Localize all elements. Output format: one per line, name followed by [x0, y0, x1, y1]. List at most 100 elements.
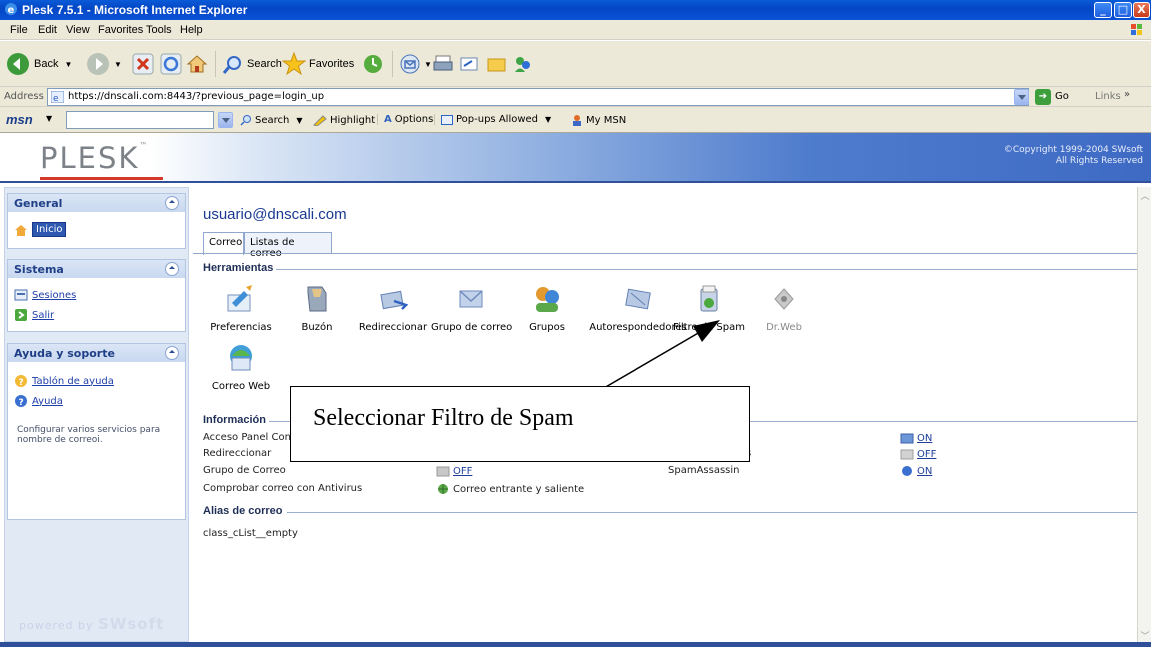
- scroll-up-icon[interactable]: ︿: [1140, 189, 1150, 202]
- tool-correo-web[interactable]: Correo Web: [201, 342, 281, 392]
- status-grupo-de-correo[interactable]: OFF: [436, 465, 472, 477]
- home-button[interactable]: [186, 51, 208, 77]
- alias-value: class_cList__empty: [203, 528, 298, 539]
- minimize-button[interactable]: _: [1094, 2, 1112, 18]
- folder-icon: [487, 58, 506, 72]
- address-label: Address: [4, 91, 44, 102]
- sessions-icon: [14, 289, 28, 301]
- go-arrow-icon[interactable]: ➔: [1035, 89, 1051, 105]
- spamassassin-on-icon: [902, 466, 912, 476]
- sidebar-item-inicio[interactable]: Inicio: [14, 222, 67, 237]
- tool-buzon[interactable]: Buzón: [277, 283, 357, 333]
- vertical-scrollbar[interactable]: ︿ ﹀: [1137, 187, 1151, 647]
- msn-search-button[interactable]: Search ▼: [240, 114, 303, 126]
- back-button[interactable]: Back ▼: [6, 51, 72, 77]
- toolbar: Back ▼ ▼ Search Favorites ▼: [0, 41, 1151, 87]
- favorites-button[interactable]: Favorites: [282, 51, 354, 77]
- highlight-button[interactable]: Highlight: [313, 114, 375, 126]
- links-chevron-icon[interactable]: »: [1124, 89, 1130, 100]
- status-value: ON: [917, 465, 933, 477]
- address-input[interactable]: e https://dnscali.com:8443/?previous_pag…: [47, 88, 1029, 106]
- maximize-button[interactable]: □: [1114, 2, 1132, 18]
- status-value: OFF: [917, 448, 937, 460]
- highlighter-icon: [313, 115, 327, 126]
- history-icon: [364, 55, 382, 73]
- go-button[interactable]: Go: [1055, 91, 1069, 102]
- stop-button[interactable]: [132, 51, 154, 77]
- tool-redireccionar[interactable]: Redireccionar: [353, 283, 433, 333]
- highlight-label: Highlight: [330, 114, 376, 126]
- menu-tools[interactable]: Tools: [146, 24, 172, 36]
- info-redireccionar: Redireccionar: [203, 448, 272, 459]
- info-antivirus: Comprobar correo con Antivirus: [203, 483, 363, 494]
- sidebar-item-tablon[interactable]: ? Tablón de ayuda: [14, 374, 114, 388]
- chevron-down-icon[interactable]: ▼: [46, 114, 52, 123]
- messenger-button[interactable]: [512, 51, 534, 77]
- copyright: ©Copyright 1999-2004 SWsoft All Rights R…: [1004, 145, 1143, 167]
- sidebar-item-label: Sesiones: [32, 289, 77, 301]
- links-button[interactable]: Links: [1095, 91, 1121, 102]
- menu-view[interactable]: View: [66, 24, 90, 36]
- collapse-icon[interactable]: [165, 346, 179, 360]
- edit-icon: [460, 57, 478, 71]
- tool-grupo-de-correo[interactable]: Grupo de correo: [431, 283, 513, 333]
- status-on-2[interactable]: ON: [900, 465, 932, 477]
- section-divider: [276, 269, 1137, 270]
- plesk-tm: ™: [139, 141, 150, 150]
- preferences-icon: [227, 285, 252, 312]
- nav-title-general: General: [14, 197, 63, 210]
- annotation-text: Seleccionar Filtro de Spam: [313, 405, 574, 431]
- address-dropdown-button[interactable]: [1014, 89, 1029, 105]
- windows-logo-icon: [1131, 24, 1142, 35]
- collapse-icon[interactable]: [165, 196, 179, 210]
- options-button[interactable]: A Options: [377, 114, 433, 125]
- msn-logo[interactable]: msn: [6, 112, 33, 127]
- print-button[interactable]: [432, 51, 454, 77]
- tool-drweb[interactable]: Dr.Web: [744, 283, 824, 333]
- plesk-logo-underline: [40, 177, 163, 180]
- plesk-logo[interactable]: PLESK™: [40, 141, 149, 175]
- discuss-button[interactable]: [486, 51, 508, 77]
- status-value: ON: [917, 432, 933, 444]
- status-off[interactable]: OFF: [900, 448, 936, 460]
- history-button[interactable]: [362, 51, 384, 77]
- scroll-down-icon[interactable]: ﹀: [1140, 629, 1150, 642]
- status-on-1[interactable]: ON: [900, 432, 932, 444]
- tool-preferencias[interactable]: Preferencias: [201, 283, 281, 333]
- edit-button[interactable]: [458, 51, 480, 77]
- sidebar-item-sesiones[interactable]: Sesiones: [14, 288, 76, 302]
- tool-grupos[interactable]: Grupos: [507, 283, 587, 333]
- refresh-button[interactable]: [160, 51, 182, 77]
- menu-edit[interactable]: Edit: [38, 24, 57, 36]
- msn-search-input[interactable]: [66, 111, 214, 129]
- tool-label: Grupo de correo: [431, 322, 513, 333]
- sidebar-item-salir[interactable]: Salir: [14, 308, 54, 322]
- mail-button[interactable]: ▼: [392, 51, 432, 77]
- search-button[interactable]: Search: [215, 51, 282, 77]
- sidebar-item-ayuda[interactable]: ? Ayuda: [14, 394, 63, 408]
- menu-file[interactable]: File: [10, 24, 28, 36]
- back-label: Back: [34, 58, 59, 70]
- menu-help[interactable]: Help: [180, 24, 203, 36]
- tab-correo[interactable]: Correo: [203, 232, 244, 255]
- autoresponder-icon: [625, 288, 651, 310]
- close-button[interactable]: X: [1133, 2, 1150, 18]
- back-arrow-icon: [7, 53, 29, 75]
- options-icon: A: [384, 114, 392, 125]
- menu-favorites[interactable]: Favorites: [98, 24, 143, 36]
- msn-search-dropdown[interactable]: [218, 112, 233, 128]
- groups-icon: [536, 287, 559, 312]
- address-url: https://dnscali.com:8443/?previous_page=…: [68, 91, 325, 102]
- tab-listas-de-correo[interactable]: Listas de correo: [244, 232, 332, 259]
- collapse-icon[interactable]: [165, 262, 179, 276]
- section-title-alias: Alias de correo: [203, 505, 283, 517]
- status-value: OFF: [453, 465, 473, 477]
- person-icon: [573, 115, 581, 126]
- popups-button[interactable]: Pop-ups Allowed ▼: [434, 114, 551, 125]
- forward-button[interactable]: ▼: [86, 51, 122, 77]
- svg-text:?: ?: [19, 378, 24, 388]
- info-spamassassin: SpamAssassin: [668, 465, 740, 476]
- mymsn-button[interactable]: My MSN: [571, 114, 626, 126]
- nav-header-sistema: Sistema: [8, 260, 185, 278]
- popup-icon: [441, 114, 453, 125]
